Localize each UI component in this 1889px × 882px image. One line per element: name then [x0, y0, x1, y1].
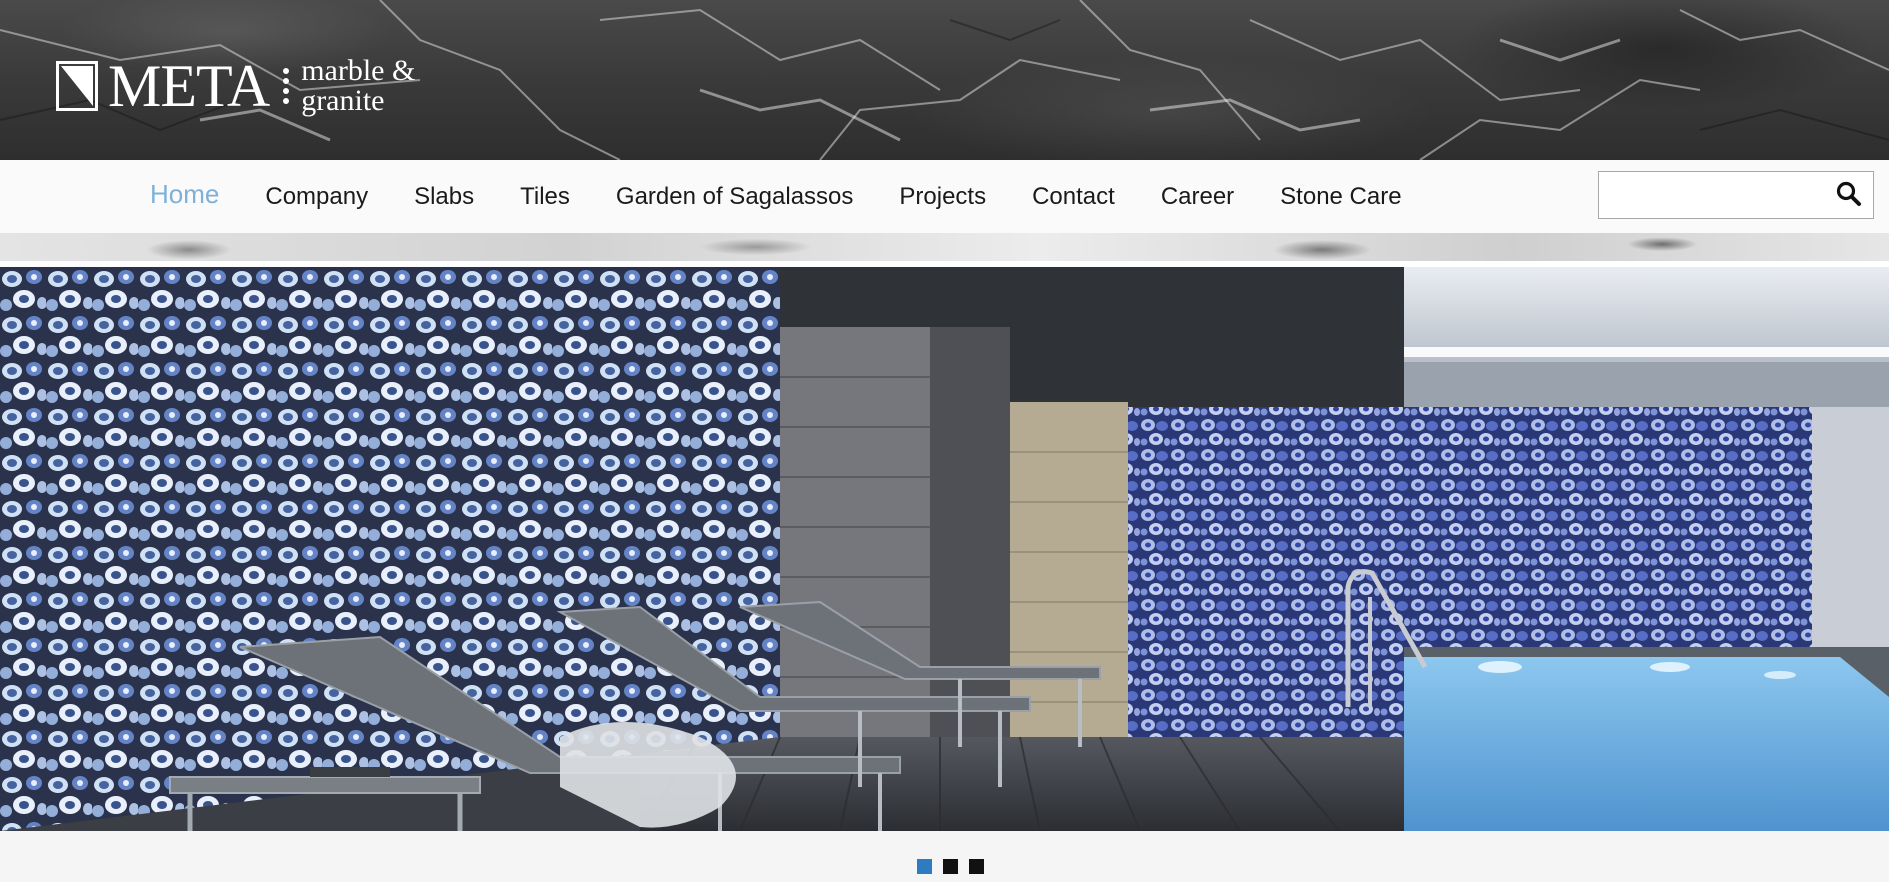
nav-item-tiles[interactable]: Tiles — [520, 183, 570, 211]
main-nav: Home Company Slabs Tiles Garden of Sagal… — [0, 160, 1889, 233]
slider-dot-2[interactable] — [943, 859, 958, 874]
hero-illustration — [0, 267, 1889, 831]
search-icon[interactable] — [1835, 180, 1863, 208]
nav-item-career[interactable]: Career — [1161, 183, 1234, 211]
brand-tagline: marble & granite — [301, 56, 415, 116]
nav-item-garden-of-sagalassos[interactable]: Garden of Sagalassos — [616, 183, 853, 211]
search-box — [1598, 171, 1874, 219]
header-banner: META marble & granite — [0, 0, 1889, 160]
hero-slide-image[interactable] — [0, 267, 1889, 831]
search-input[interactable] — [1601, 174, 1825, 216]
brand-name: META — [108, 53, 270, 119]
brand-tagline-line1: marble & — [301, 54, 416, 87]
nav-item-company[interactable]: Company — [265, 183, 368, 211]
nav-item-stone-care[interactable]: Stone Care — [1280, 183, 1401, 211]
logo-mark-icon — [56, 61, 98, 111]
brand-tagline-line2: granite — [301, 84, 385, 117]
nav-item-projects[interactable]: Projects — [899, 183, 986, 211]
slider-pagination — [917, 859, 995, 874]
nav-item-home[interactable]: Home — [150, 179, 219, 210]
slider-dot-3[interactable] — [969, 859, 984, 874]
nav-menu: Home Company Slabs Tiles Garden of Sagal… — [150, 160, 1448, 233]
logo-separator — [283, 61, 290, 111]
slider-dot-1[interactable] — [917, 859, 932, 874]
nav-item-slabs[interactable]: Slabs — [414, 183, 474, 211]
marble-strip — [0, 233, 1889, 261]
nav-item-contact[interactable]: Contact — [1032, 183, 1115, 211]
brand-logo[interactable]: META marble & granite — [56, 50, 415, 122]
